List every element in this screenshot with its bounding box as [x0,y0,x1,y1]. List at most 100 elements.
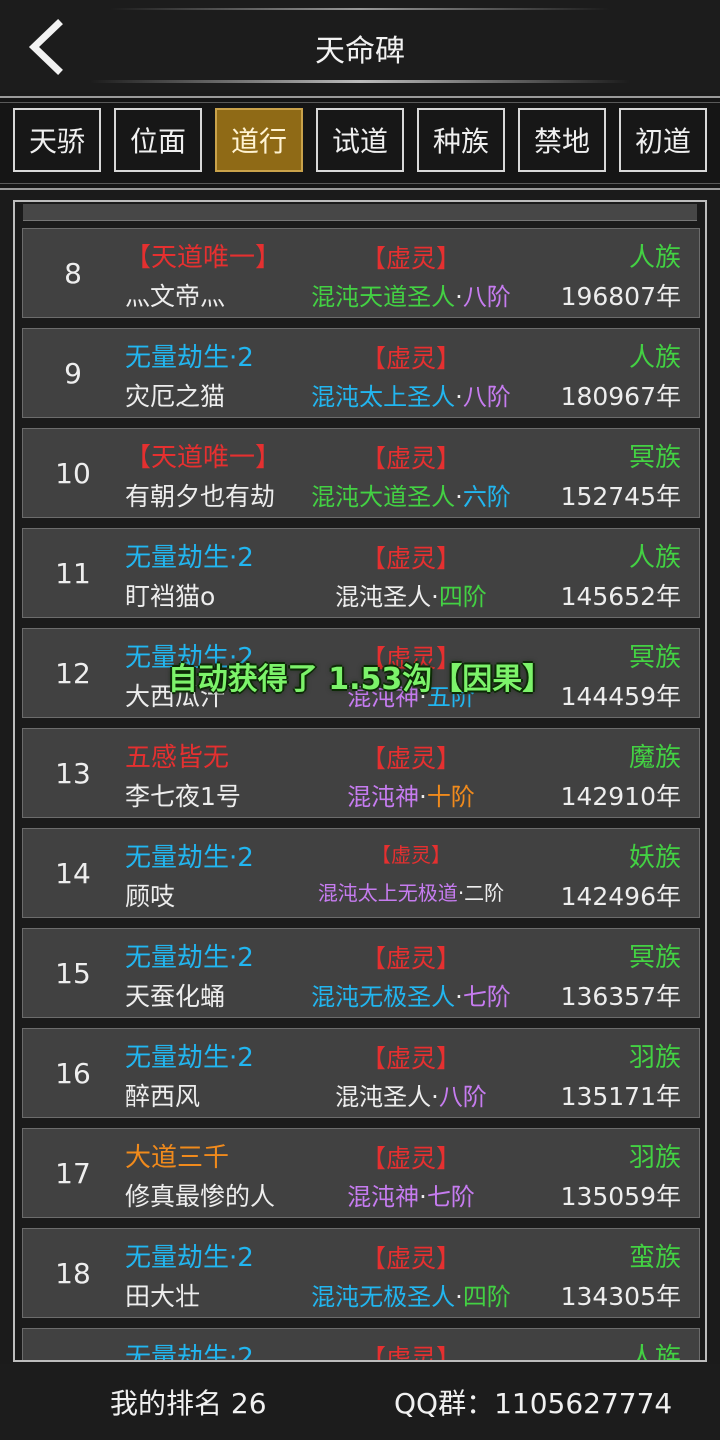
tab-daoxing[interactable]: 道行 [215,108,303,172]
rank-number: 9 [64,357,82,390]
cultivation-realm: 混沌神·七阶 [293,1177,529,1212]
header-decor-line-bottom [90,80,630,83]
race-label: 妖族 [628,843,681,873]
tab-bar: 天骄 位面 道行 试道 种族 禁地 初道 [0,96,720,190]
ranking-row[interactable]: 10 【天道唯一】 有朝夕也有劫 【虚灵】 混沌大道圣人·六阶 冥族 152745年 [22,428,700,518]
player-title: 无量劫生·2 [125,343,254,373]
realm-name: 混沌太上无极道 [317,881,458,905]
cultivation-realm: 混沌太上圣人·八阶 [293,377,529,412]
rank-number: 13 [55,757,91,790]
ranking-row[interactable]: 无量劫生·2 【虚灵】 人族 [22,1328,700,1362]
realm-tag: 【虚灵】 [360,1144,461,1173]
realm-name: 混沌无极圣人 [311,983,456,1011]
race-label: 蛮族 [628,1243,681,1273]
realm-separator: · [455,1283,463,1311]
realm-tag: 【虚灵】 [360,244,461,273]
cultivation-realm: 混沌太上无极道·二阶 [293,877,529,906]
ranking-row[interactable]: 15 无量劫生·2 天蚕化蛹 【虚灵】 混沌无极圣人·七阶 冥族 136357年 [22,928,700,1018]
player-name: 修真最惨的人 [125,1182,276,1211]
race-label: 冥族 [628,443,681,473]
race-label: 人族 [628,343,681,373]
rank-number: 11 [55,557,91,590]
cultivation-realm: 混沌天道圣人·八阶 [293,277,529,312]
cultivation-realm: 混沌神·十阶 [293,777,529,812]
player-name: 天蚕化蛹 [125,982,226,1011]
player-name: 顾吱 [125,882,176,911]
rank-number: 16 [55,1057,91,1090]
cultivation-realm: 混沌无极圣人·四阶 [293,1277,529,1312]
player-title: 大道三千 [125,1143,230,1173]
race-label: 人族 [628,543,681,573]
realm-tag: 【虚灵】 [360,344,461,373]
race-label: 羽族 [628,1143,681,1173]
realm-name: 混沌神 [347,783,420,811]
cultivation-years: 145652年 [560,582,681,611]
player-name: 灬文帝灬 [125,282,226,311]
race-label: 人族 [628,243,681,273]
tab-zhongzu[interactable]: 种族 [417,108,505,172]
player-name: 李七夜1号 [125,782,241,811]
realm-tag: 【虚灵】 [360,944,461,973]
footer-bar: 我的排名 26 QQ群：1105627774 [0,1364,720,1440]
realm-tag: 【虚灵】 [360,1244,461,1273]
ranking-row[interactable]: 14 无量劫生·2 顾吱 【虚灵】 混沌太上无极道·二阶 妖族 142496年 [22,828,700,918]
cultivation-years: 135171年 [560,1082,681,1111]
player-title: 无量劫生·2 [125,543,254,573]
realm-stage: 七阶 [426,1183,475,1211]
race-label: 羽族 [628,1043,681,1073]
ranking-row[interactable]: 18 无量劫生·2 田大壮 【虚灵】 混沌无极圣人·四阶 蛮族 134305年 [22,1228,700,1318]
tab-weimian[interactable]: 位面 [114,108,202,172]
cultivation-years: 142496年 [560,882,681,911]
header-bar: 天命碑 [0,0,720,92]
rank-number: 8 [64,257,82,290]
rank-number: 15 [55,957,91,990]
player-title: 无量劫生·2 [125,1343,254,1362]
tab-jindi[interactable]: 禁地 [518,108,606,172]
realm-tag: 【虚灵】 [360,744,461,773]
tab-tianjiao[interactable]: 天骄 [13,108,101,172]
cultivation-realm: 混沌圣人·八阶 [293,1077,529,1112]
player-name: 灾厄之猫 [125,382,226,411]
realm-separator: · [455,383,463,411]
rank-number: 10 [55,457,91,490]
tab-chudao[interactable]: 初道 [619,108,707,172]
ranking-row[interactable]: 16 无量劫生·2 醉西风 【虚灵】 混沌圣人·八阶 羽族 135171年 [22,1028,700,1118]
cultivation-realm: 混沌无极圣人·七阶 [293,977,529,1012]
rank-number: 14 [55,857,91,890]
header-decor-line-top [110,8,610,10]
my-rank-label: 我的排名 26 [110,1387,267,1420]
ranking-list[interactable]: 8 【天道唯一】 灬文帝灬 【虚灵】 混沌天道圣人·八阶 人族 196807年 9 无量劫生·2… [13,200,707,1362]
realm-separator: · [455,983,463,1011]
realm-separator: · [431,583,439,611]
player-title: 五感皆无 [125,743,230,773]
realm-stage: 四阶 [462,1283,511,1311]
cultivation-realm: 混沌圣人·四阶 [293,577,529,612]
realm-stage: 八阶 [462,383,511,411]
realm-name: 混沌大道圣人 [311,483,456,511]
race-label: 冥族 [628,943,681,973]
ranking-row[interactable]: 9 无量劫生·2 灾厄之猫 【虚灵】 混沌太上圣人·八阶 人族 180967年 [22,328,700,418]
ranking-row[interactable]: 17 大道三千 修真最惨的人 【虚灵】 混沌神·七阶 羽族 135059年 [22,1128,700,1218]
realm-name: 混沌神 [347,1183,420,1211]
ranking-row[interactable]: 8 【天道唯一】 灬文帝灬 【虚灵】 混沌天道圣人·八阶 人族 196807年 [22,228,700,318]
realm-separator: · [455,483,463,511]
player-title: 【天道唯一】 [125,243,282,273]
cultivation-years: 134305年 [560,1282,681,1311]
race-label: 魔族 [628,743,681,773]
cultivation-years: 136357年 [560,982,681,1011]
realm-name: 混沌圣人 [335,1083,432,1111]
realm-separator: · [455,283,463,311]
race-label: 人族 [628,1343,681,1362]
player-name: 醉西风 [125,1082,201,1111]
realm-stage: 八阶 [462,283,511,311]
ranking-row[interactable]: 13 五感皆无 李七夜1号 【虚灵】 混沌神·十阶 魔族 142910年 [22,728,700,818]
realm-stage: 四阶 [438,583,487,611]
realm-name: 混沌天道圣人 [311,283,456,311]
realm-name: 混沌太上圣人 [311,383,456,411]
player-title: 【天道唯一】 [125,443,282,473]
realm-separator: · [431,1083,439,1111]
ranking-row[interactable]: 11 无量劫生·2 盯裆猫o 【虚灵】 混沌圣人·四阶 人族 145652年 [22,528,700,618]
player-title: 无量劫生·2 [125,843,254,873]
tab-shidao[interactable]: 试道 [316,108,404,172]
realm-name: 混沌圣人 [335,583,432,611]
